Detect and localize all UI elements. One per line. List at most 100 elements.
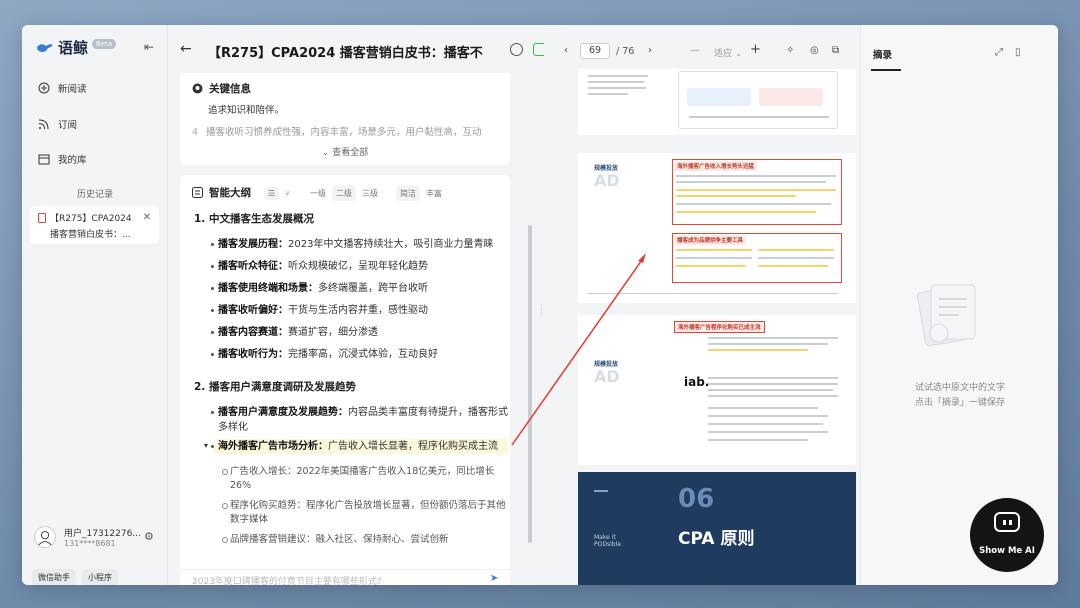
nav-new-reading[interactable]: 新阅读 xyxy=(38,81,87,95)
excerpt-tab[interactable]: 摘录 xyxy=(873,47,892,61)
outline-item[interactable]: 播客内容赛道：赛道扩容，细分渗透 xyxy=(211,325,508,340)
box-title: 播客成为品牌拼争主要工具 xyxy=(674,235,747,245)
key-info-heading: 关键信息 xyxy=(192,81,498,96)
outline-subitem[interactable]: 程序化购买趋势：程序化广告投放增长显著，但份额仍落后于其他数字媒体 xyxy=(222,499,510,527)
collapse-sidebar-icon[interactable]: ⇤ xyxy=(144,40,154,54)
showmeai-watermark: Show Me AI xyxy=(970,498,1044,572)
user-profile[interactable]: 用户_17312276... 131****8681 ⚙ xyxy=(34,524,160,552)
key-info-next: 4 播客收听习惯养成性强，内容丰富，场景多元，用户黏性高，互动 xyxy=(192,127,482,138)
tab-underline xyxy=(871,69,901,71)
zoom-out-icon[interactable]: — xyxy=(690,45,700,56)
iab-logo: iab. xyxy=(684,375,710,389)
key-info-text: 追求知识和陪伴。 xyxy=(208,105,285,116)
send-icon[interactable]: ➤ xyxy=(490,573,498,584)
mini-buttons: 微信助手 小程序 xyxy=(32,569,118,585)
prev-page-icon[interactable]: ‹ xyxy=(564,45,568,56)
pdf-page-4: 06 CPA 原则 Make it PODsible xyxy=(578,472,856,585)
doc-header: ← 【R275】CPA2024 播客营销白皮书：播客不... xyxy=(168,25,546,73)
plus-circle-icon xyxy=(38,82,50,94)
chapter-side-text: Make it PODsible xyxy=(594,534,621,548)
level-1-button[interactable]: 一级 xyxy=(310,188,326,199)
user-phone: 131****8681 xyxy=(64,539,116,548)
history-item-line1: 【R275】CPA2024 xyxy=(50,214,132,224)
zoom-in-icon[interactable]: + xyxy=(750,42,761,57)
outline-item[interactable]: 播客收听行为：完播率高，沉浸式体验，互动良好 xyxy=(211,347,508,362)
settings-icon[interactable]: ◎ xyxy=(810,45,819,56)
pdf-page-1 xyxy=(578,69,856,135)
view-all-button[interactable]: ⌄ 查看全部 xyxy=(180,145,510,158)
caret-down-icon[interactable]: ▾ xyxy=(204,441,208,450)
list-view-icon[interactable]: ☰ xyxy=(264,187,280,200)
excerpt-panel: 摘录 ⤢ ▯ 试试选中原文中的文字 点击「摘录」一键保存 xyxy=(860,25,1058,585)
outline-toolbar: ☰ ⑂ 一级 二级 三级 简洁 丰富 xyxy=(264,186,442,201)
zoom-select[interactable]: 适应 ⌄ xyxy=(714,46,742,59)
list-icon xyxy=(192,187,203,198)
outline-card: 智能大纲 ☰ ⑂ 一级 二级 三级 简洁 丰富 1. 中文播客生态发展概况 播客… xyxy=(180,175,510,585)
avatar xyxy=(34,526,56,548)
share-icon[interactable] xyxy=(510,43,523,56)
outline-item[interactable]: 播客发展历程：2023年中文播客持续壮大，吸引商业力量青睐 xyxy=(211,237,508,252)
chapter-heading: CPA 原则 xyxy=(678,529,755,549)
open-external-icon[interactable]: ⧉ xyxy=(832,45,839,56)
wechat-assistant-button[interactable]: 微信助手 xyxy=(32,569,76,585)
pdf-file-icon xyxy=(38,213,46,223)
library-icon xyxy=(38,154,50,165)
nav-library[interactable]: 我的库 xyxy=(38,152,87,166)
outline-section-2[interactable]: 2. 播客用户满意度调研及发展趋势 xyxy=(194,379,356,394)
next-page-icon[interactable]: › xyxy=(648,45,652,56)
level-2-button[interactable]: 二级 xyxy=(331,186,356,201)
outline-scrollbar[interactable] xyxy=(528,225,532,543)
back-arrow-icon[interactable]: ← xyxy=(180,41,192,57)
outline-subitem[interactable]: 品牌播客营销建议：融入社区、保持耐心、尝试创新 xyxy=(222,533,510,547)
translate-icon[interactable]: ✧ xyxy=(786,45,794,56)
question-input[interactable]: 2023年度口碑播客的付费节目主要有哪些形式? xyxy=(180,569,510,585)
panel-resize-handle[interactable]: ⋮ ⋮ xyxy=(538,304,545,329)
outline-subitem[interactable]: 广告收入增长：2022年美国播客广告收入18亿美元，同比增长26% xyxy=(222,465,510,493)
app-window: 语鲸 Beta ⇤ 新阅读 订阅 我的库 历史记录 【R275】CPA2024 … xyxy=(22,25,1058,585)
excerpt-tip-line2: 点击「摘录」一键保存 xyxy=(914,398,1005,408)
app-badge: Beta xyxy=(92,38,117,49)
outline-item-highlighted[interactable]: 海外播客广告市场分析：广告收入增长显著，程序化购买成主流 xyxy=(211,439,508,454)
page-ad-watermark: AD xyxy=(594,171,620,190)
robot-face-icon xyxy=(994,512,1020,532)
level-3-button[interactable]: 三级 xyxy=(362,188,378,199)
rich-mode-button[interactable]: 丰富 xyxy=(426,188,442,199)
gear-icon[interactable]: ⚙ xyxy=(144,530,154,543)
watermark-text: Show Me AI xyxy=(979,546,1035,556)
excerpt-toolbar: ⤢ ▯ xyxy=(995,47,1021,58)
sidebar-toggle-icon[interactable]: ▯ xyxy=(1015,47,1021,58)
nav-label: 订阅 xyxy=(58,120,78,131)
whale-logo-icon xyxy=(37,43,53,52)
concise-mode-button[interactable]: 简洁 xyxy=(395,186,420,201)
doc-title: 【R275】CPA2024 播客营销白皮书：播客不... xyxy=(208,46,484,61)
nav-label: 新阅读 xyxy=(58,84,87,95)
chapter-number: 06 xyxy=(678,484,715,514)
outline-heading: 智能大纲 xyxy=(192,185,251,200)
key-info-card: 关键信息 追求知识和陪伴。 4 播客收听习惯养成性强，内容丰富，场景多元，用户黏性… xyxy=(180,73,510,165)
nav-subscribe[interactable]: 订阅 xyxy=(38,117,77,131)
app-logo[interactable]: 语鲸 Beta xyxy=(36,37,117,58)
page-number-input[interactable]: 69 xyxy=(580,43,610,59)
box-title: 海外播客广告程序化购买已成主流 xyxy=(674,321,765,333)
sidebar: 语鲸 Beta ⇤ 新阅读 订阅 我的库 历史记录 【R275】CPA2024 … xyxy=(22,25,168,585)
outline-item[interactable]: 播客用户满意度及发展趋势：内容品类丰富度有待提升，播客形式多样化 xyxy=(211,405,508,435)
close-icon[interactable]: ✕ xyxy=(143,212,151,223)
history-item-line2: 播客营销白皮书：... xyxy=(50,230,131,240)
nav-label: 我的库 xyxy=(58,155,87,166)
expand-icon[interactable]: ⤢ xyxy=(995,47,1003,58)
history-title: 历史记录 xyxy=(76,190,113,200)
outline-section-1[interactable]: 1. 中文播客生态发展概况 xyxy=(194,211,314,226)
excerpt-tip-line1: 试试选中原文中的文字 xyxy=(914,383,1005,393)
outline-item[interactable]: 播客听众特征：听众规模破亿，呈现年轻化趋势 xyxy=(211,259,508,274)
outline-item[interactable]: 播客收听偏好：干货与生活内容并重，感性驱动 xyxy=(211,303,508,318)
app-name: 语鲸 xyxy=(58,39,89,57)
page-ad-watermark: AD xyxy=(594,367,620,386)
history-item[interactable]: 【R275】CPA2024 播客营销白皮书：... ✕ xyxy=(30,206,159,244)
user-name: 用户_17312276... xyxy=(64,529,141,539)
viewer-toolbar: ‹ 69 / 76 › — 适应 ⌄ + ✧ ◎ ⧉ xyxy=(544,25,860,75)
bulb-icon xyxy=(192,83,203,94)
pdf-viewer: ‹ 69 / 76 › — 适应 ⌄ + ✧ ◎ ⧉ 规模投放 AD 海外播客广… xyxy=(544,25,877,585)
tree-view-icon[interactable]: ⑂ xyxy=(285,189,290,198)
outline-item[interactable]: 播客使用终端和场景：多终端覆盖，跨平台收听 xyxy=(211,281,508,296)
mini-program-button[interactable]: 小程序 xyxy=(82,569,118,585)
